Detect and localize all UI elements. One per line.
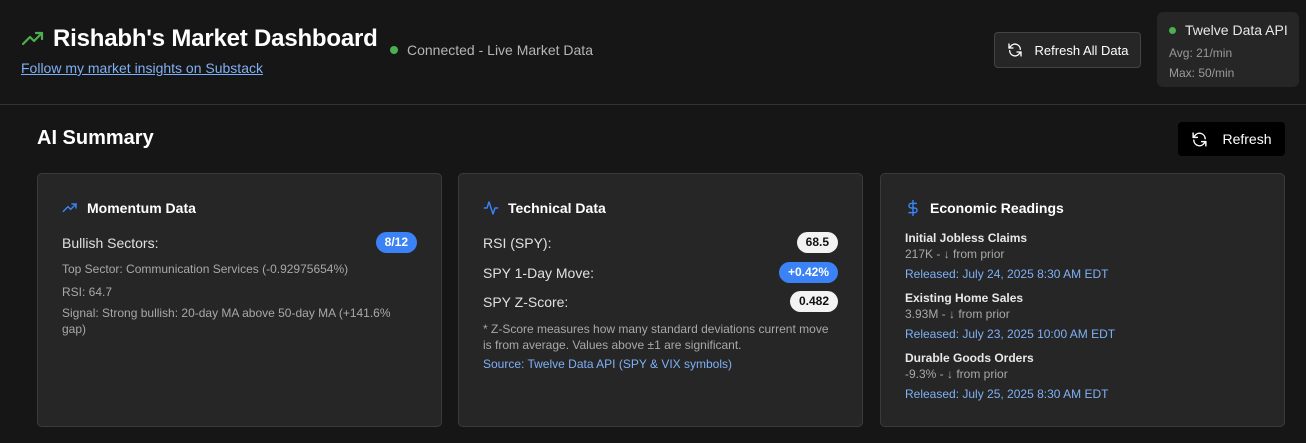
section-title: AI Summary (37, 127, 154, 149)
card-title: Momentum Data (87, 200, 196, 216)
momentum-card: Momentum Data Bullish Sectors: 8/12 Top … (37, 173, 442, 427)
zscore-note: * Z-Score measures how many standard dev… (483, 322, 829, 352)
refresh-label: Refresh (1222, 131, 1272, 147)
signal-text: Signal: Strong bullish: 20-day MA above … (62, 306, 391, 336)
bullish-label: Bullish Sectors: (62, 234, 159, 251)
trending-up-icon (21, 31, 44, 46)
trending-up-icon (62, 203, 77, 213)
top-sector-text: Top Sector: Communication Services (-0.9… (62, 262, 349, 276)
rsi-label: RSI (SPY): (483, 234, 552, 251)
card-title: Technical Data (508, 200, 606, 216)
refresh-button[interactable]: Refresh (1178, 122, 1285, 156)
bullish-badge: 8/12 (375, 232, 417, 253)
econ-item-value: 217K - ↓ from prior (905, 247, 1005, 261)
connection-status: Connected - Live Market Data (390, 42, 593, 58)
card-header: Economic Readings (905, 200, 1064, 216)
activity-icon (483, 201, 499, 215)
source-link[interactable]: Source: Twelve Data API (SPY & VIX symbo… (483, 357, 732, 371)
zscore-badge: 0.482 (789, 291, 838, 312)
economic-card: Economic Readings Initial Jobless Claims… (880, 173, 1285, 427)
status-dot-icon (390, 46, 398, 54)
rsi-text: RSI: 64.7 (62, 285, 113, 299)
refresh-all-button[interactable]: Refresh All Data (994, 32, 1141, 68)
api-name: Twelve Data API (1185, 22, 1288, 38)
api-title: Twelve Data API (1169, 22, 1299, 38)
api-status-box: Twelve Data API Avg: 21/min Max: 50/min (1157, 12, 1299, 87)
refresh-all-label: Refresh All Data (1034, 42, 1129, 58)
api-status-dot-icon (1169, 26, 1176, 34)
econ-item-name: Durable Goods Orders (905, 351, 1034, 365)
econ-item-value: 3.93M - ↓ from prior (905, 307, 1010, 321)
rsi-row: RSI (SPY): 68.5 (483, 232, 838, 253)
substack-link[interactable]: Follow my market insights on Substack (21, 60, 263, 76)
spy-move-badge: +0.42% (778, 262, 838, 283)
refresh-icon (1007, 43, 1022, 57)
econ-item-value: -9.3% - ↓ from prior (905, 367, 1008, 381)
econ-item-name: Existing Home Sales (905, 291, 1024, 305)
econ-item-date: Released: July 24, 2025 8:30 AM EDT (905, 267, 1109, 281)
card-header: Momentum Data (62, 200, 196, 216)
card-header: Technical Data (483, 200, 606, 216)
technical-card: Technical Data RSI (SPY): 68.5 SPY 1-Day… (458, 173, 863, 427)
rsi-badge: 68.5 (796, 232, 838, 253)
page-title: Rishabh's Market Dashboard (53, 25, 378, 52)
api-avg: Avg: 21/min (1169, 46, 1233, 60)
spy-move-row: SPY 1-Day Move: +0.42% (483, 262, 838, 283)
spy-move-label: SPY 1-Day Move: (483, 264, 595, 281)
econ-item-name: Initial Jobless Claims (905, 231, 1028, 245)
title-wrap: Rishabh's Market Dashboard (21, 25, 378, 53)
bullish-sectors-row: Bullish Sectors: 8/12 (62, 232, 417, 253)
econ-item-date: Released: July 25, 2025 8:30 AM EDT (905, 387, 1109, 401)
econ-item-date: Released: July 23, 2025 10:00 AM EDT (905, 327, 1116, 341)
header: Rishabh's Market Dashboard Connected - L… (0, 0, 1306, 105)
zscore-label: SPY Z-Score: (483, 293, 569, 310)
status-text: Connected - Live Market Data (407, 42, 593, 58)
api-max: Max: 50/min (1169, 66, 1235, 80)
refresh-icon (1192, 131, 1208, 147)
zscore-row: SPY Z-Score: 0.482 (483, 291, 838, 312)
dollar-icon (908, 200, 918, 216)
card-title: Economic Readings (930, 200, 1064, 216)
